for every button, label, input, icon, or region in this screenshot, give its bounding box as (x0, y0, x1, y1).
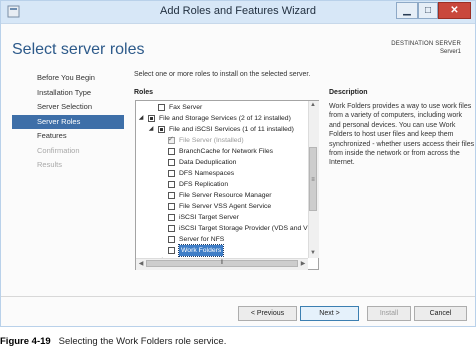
step-server-selection[interactable]: Server Selection (12, 100, 124, 114)
role-row[interactable]: Fax Server (136, 102, 308, 113)
role-checkbox[interactable] (168, 170, 175, 177)
role-label: Data Deduplication (179, 159, 237, 166)
role-checkbox (168, 134, 175, 145)
role-label: File and iSCSI Services (1 of 11 install… (169, 126, 294, 133)
description-heading: Description (329, 89, 368, 96)
role-label: Fax Server (169, 104, 203, 111)
scroll-left-icon[interactable]: ◀ (136, 260, 146, 267)
role-label: BranchCache for Network Files (179, 148, 274, 155)
cancel-button[interactable]: Cancel (414, 306, 467, 321)
role-label: File Server VSS Agent Service (179, 203, 272, 210)
description-text: Work Folders provides a way to use work … (329, 103, 475, 167)
footer-divider (1, 296, 475, 297)
role-row[interactable]: iSCSI Target Storage Provider (VDS and V… (136, 223, 317, 234)
role-row[interactable]: File Server Resource Manager (136, 190, 308, 201)
role-row[interactable]: File Server VSS Agent Service (136, 201, 308, 212)
grip-icon: ≡ (311, 177, 315, 183)
role-label: File and Storage Services (2 of 12 insta… (159, 115, 291, 122)
role-checkbox[interactable] (168, 236, 175, 243)
close-button[interactable]: ✕ (438, 2, 471, 19)
role-label: DFS Replication (179, 181, 229, 188)
figure-caption-text: Selecting the Work Folders role service. (58, 336, 227, 347)
role-checkbox[interactable] (168, 159, 175, 166)
role-row[interactable]: ◢ File and iSCSI Services (1 of 11 instal… (136, 124, 308, 135)
destination-server-name: Server1 (439, 49, 461, 55)
page-title: Select server roles (12, 41, 145, 58)
install-button[interactable]: Install (367, 306, 411, 321)
step-features[interactable]: Features (12, 129, 124, 143)
role-checkbox[interactable] (168, 247, 175, 254)
minimize-button[interactable]: ▁ (396, 2, 418, 19)
role-row[interactable]: iSCSI Target Server (136, 212, 308, 223)
role-label: DFS Namespaces (179, 170, 235, 177)
role-label: File Server Resource Manager (179, 192, 272, 199)
role-checkbox[interactable] (168, 192, 175, 199)
title-bar: Add Roles and Features Wizard ▁ □ ✕ (1, 1, 475, 24)
role-row[interactable]: DFS Namespaces (136, 168, 308, 179)
intro-text: Select one or more roles to install on t… (134, 71, 311, 78)
role-row[interactable]: DFS Replication (136, 179, 308, 190)
role-checkbox[interactable] (168, 203, 175, 210)
role-row[interactable]: File Server (Installed) (136, 134, 308, 146)
roles-heading: Roles (134, 89, 154, 96)
scroll-up-icon[interactable]: ▲ (308, 102, 318, 108)
role-row[interactable]: Data Deduplication (136, 157, 308, 168)
role-checkbox[interactable] (148, 115, 155, 122)
figure-caption: Figure 4-19 Selecting the Work Folders r… (0, 336, 226, 347)
role-checkbox[interactable] (158, 126, 165, 133)
role-checkbox[interactable] (158, 104, 165, 111)
role-label: iSCSI Target Storage Provider (VDS and V… (179, 225, 317, 232)
role-label: Work Folders (177, 244, 225, 257)
next-button[interactable]: Next > (300, 306, 359, 321)
expand-arrow-icon[interactable]: ◢ (137, 113, 145, 124)
role-checkbox[interactable] (168, 181, 175, 188)
grip-icon: ⦀ (220, 260, 224, 266)
role-row[interactable]: ◢ File and Storage Services (2 of 12 inst… (136, 113, 308, 124)
previous-button[interactable]: < Previous (238, 306, 297, 321)
roles-tree[interactable]: Fax Server ◢ File and Storage Services (2 … (135, 100, 319, 270)
role-checkbox[interactable] (168, 214, 175, 221)
expand-arrow-icon[interactable]: ◢ (147, 124, 155, 135)
scroll-down-icon[interactable]: ▼ (308, 250, 318, 256)
role-row[interactable]: Server for NFS (136, 234, 308, 245)
role-label: File Server (Installed) (179, 137, 244, 144)
step-installation-type[interactable]: Installation Type (12, 86, 124, 100)
role-label: iSCSI Target Server (179, 214, 239, 221)
step-results: Results (37, 160, 63, 169)
wizard-window: Add Roles and Features Wizard ▁ □ ✕ Sele… (0, 0, 476, 327)
scroll-right-icon[interactable]: ▶ (298, 260, 308, 267)
step-server-roles[interactable]: Server Roles (12, 114, 124, 129)
step-before-you-begin[interactable]: Before You Begin (12, 71, 124, 85)
role-checkbox[interactable] (168, 225, 175, 232)
role-checkbox[interactable] (168, 148, 175, 155)
destination-server-label: DESTINATION SERVER (391, 41, 461, 47)
figure-number: Figure 4-19 (0, 336, 51, 347)
role-row[interactable]: BranchCache for Network Files (136, 146, 308, 157)
maximize-button[interactable]: □ (418, 2, 438, 19)
step-confirmation: Confirmation (37, 145, 80, 155)
role-label: Server for NFS (179, 236, 225, 243)
